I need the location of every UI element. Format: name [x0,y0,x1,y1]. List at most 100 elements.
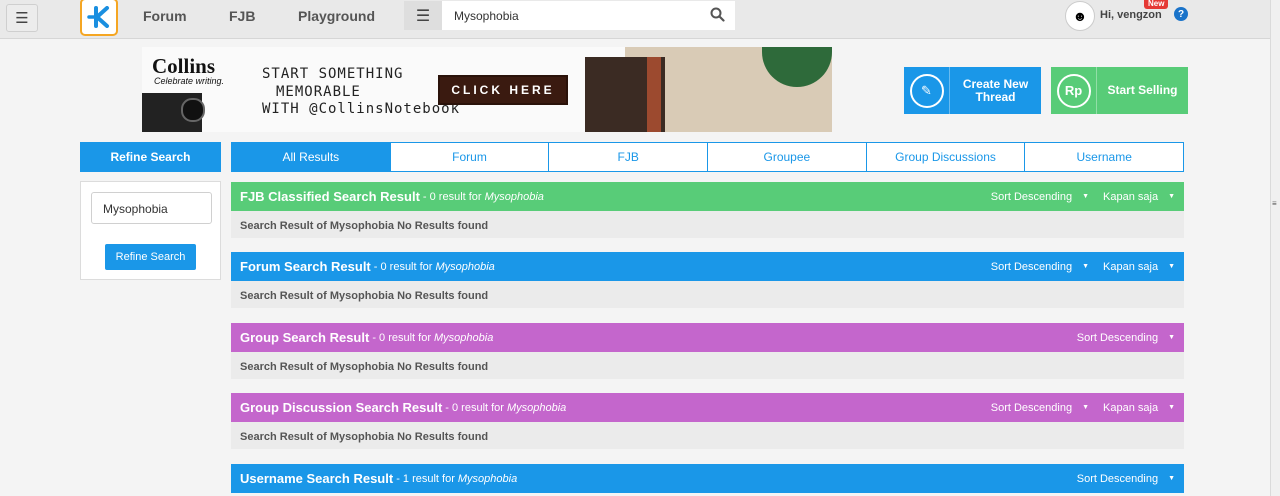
caret-down-icon: ▼ [1168,193,1175,200]
nav-forum[interactable]: Forum [143,8,187,24]
section-title: Group Discussion Search Result [240,400,443,415]
section-count: - 0 result for [373,260,433,273]
notebook-spine [647,57,661,132]
ad-banner[interactable]: Collins Celebrate writing. START SOMETHI… [142,47,832,132]
tab-forum[interactable]: Forum [389,142,550,172]
list-icon: ☰ [415,7,431,25]
sort-label: Sort Descending [1076,331,1159,344]
fjb-results-section: FJB Classified Search Result - 0 result … [231,182,1184,238]
section-body: Search Result of Mysophobia No Results f… [231,422,1184,449]
group-discussion-results-section: Group Discussion Search Result - 0 resul… [231,393,1184,449]
time-label: Kapan saja [1103,190,1159,203]
sort-dropdown[interactable]: Sort Descending ▼ [1077,332,1175,344]
pencil-icon: ✎ [909,73,944,108]
time-dropdown[interactable]: Kapan saja ▼ [1103,402,1175,414]
sort-dropdown[interactable]: Sort Descending ▼ [1077,473,1175,485]
start-selling-label: Start Selling [1107,83,1178,97]
time-dropdown[interactable]: Kapan saja ▼ [1103,261,1175,273]
caret-down-icon: ▼ [1082,193,1090,200]
tab-all-results[interactable]: All Results [231,142,391,172]
caret-down-icon: ▼ [1082,263,1090,270]
tab-groupee[interactable]: Groupee [707,142,867,172]
sort-dropdown[interactable]: Sort Descending ▼ [991,402,1089,414]
banner-line-3: WITH @CollinsNotebook [262,101,461,117]
banner-cta-button[interactable]: CLICK HERE [438,75,568,105]
banner-line-2: MEMORABLE [276,84,361,100]
section-count: - 0 result for [445,401,504,414]
caret-down-icon: ▼ [1082,404,1090,411]
avatar-icon: ☻ [1072,8,1088,24]
rupiah-icon-box: Rp [1051,67,1097,114]
start-selling-button[interactable]: Rp Start Selling [1051,67,1188,114]
section-count: - 0 result for [422,190,482,203]
banner-line-1: START SOMETHING [262,66,404,82]
result-tabs: All Results Forum FJB Groupee Group Disc… [231,142,1185,172]
refine-search-panel: Mysophobia Refine Search [80,181,221,280]
refine-search-input[interactable]: Mysophobia [91,192,212,224]
section-header: FJB Classified Search Result - 0 result … [231,182,1184,211]
create-thread-button[interactable]: ✎ Create New Thread [904,67,1041,114]
sort-label: Sort Descending [990,401,1073,414]
time-dropdown[interactable]: Kapan saja ▼ [1103,191,1175,203]
refine-search-header: Refine Search [80,142,221,172]
section-title: Username Search Result [240,471,394,486]
tab-fjb[interactable]: FJB [548,142,709,172]
caret-down-icon: ▼ [1168,475,1175,482]
section-term: Mysophobia [434,331,494,344]
user-greeting[interactable]: Hi, vengzon [1100,9,1162,21]
refine-search-button[interactable]: Refine Search [105,244,196,270]
section-count: - 0 result for [372,331,431,344]
section-term: Mysophobia [457,472,518,485]
section-title: Forum Search Result [240,259,371,274]
section-body: Search Result of Mysophobia No Results f… [231,281,1184,308]
search-bar: ☰ Mysophobia [404,1,735,30]
caret-down-icon: ▼ [1168,263,1175,270]
user-avatar[interactable]: ☻ [1065,1,1095,31]
sort-label: Sort Descending [1076,472,1159,485]
nav-fjb[interactable]: FJB [229,8,255,24]
new-badge: New [1144,0,1169,9]
caret-down-icon: ▼ [1168,404,1175,411]
section-title: FJB Classified Search Result [240,189,420,204]
rupiah-icon: Rp [1056,73,1091,108]
section-header: Group Discussion Search Result - 0 resul… [231,393,1184,422]
sort-label: Sort Descending [990,260,1073,273]
section-header: Username Search Result - 1 result for My… [231,464,1184,493]
time-label: Kapan saja [1103,401,1159,414]
page-scrollbar[interactable] [1270,0,1280,496]
pencil-icon-box: ✎ [904,67,950,114]
sort-dropdown[interactable]: Sort Descending ▼ [991,261,1089,273]
logo-icon [87,6,109,28]
section-count: - 1 result for [396,472,455,485]
hamburger-icon: ☰ [15,10,29,27]
username-results-section: Username Search Result - 1 result for My… [231,464,1184,493]
group-results-section: Group Search Result - 0 result for Mysop… [231,323,1184,379]
top-bar: ☰ Forum FJB Playground ☰ Mysophobia ☻ Ne… [0,0,1270,39]
section-title: Group Search Result [240,330,370,345]
section-term: Mysophobia [484,190,544,203]
banner-cta-label: CLICK HERE [451,83,555,97]
section-body: Search Result of Mysophobia No Results f… [231,211,1184,238]
notebook-pen-icon [142,93,205,132]
section-header: Group Search Result - 0 result for Mysop… [231,323,1184,352]
search-category-button[interactable]: ☰ [404,1,442,30]
section-body: Search Result of Mysophobia No Results f… [231,352,1184,379]
search-icon[interactable] [710,7,725,22]
forum-results-section: Forum Search Result - 0 result for Mysop… [231,252,1184,308]
help-icon[interactable]: ? [1174,7,1188,21]
create-thread-label: Create New Thread [962,76,1029,104]
sort-dropdown[interactable]: Sort Descending ▼ [991,191,1089,203]
menu-button[interactable]: ☰ [6,4,38,32]
search-input[interactable]: Mysophobia [454,9,519,23]
tab-username[interactable]: Username [1024,142,1185,172]
nav-playground[interactable]: Playground [298,8,375,24]
section-term: Mysophobia [435,260,495,273]
section-header: Forum Search Result - 0 result for Mysop… [231,252,1184,281]
section-term: Mysophobia [506,401,567,414]
time-label: Kapan saja [1103,260,1159,273]
kaskus-logo[interactable] [80,0,118,36]
caret-down-icon: ▼ [1168,334,1175,341]
scroll-grip-icon: ≡ [1272,199,1277,208]
tab-group-discussions[interactable]: Group Discussions [865,142,1026,172]
sort-label: Sort Descending [990,190,1073,203]
